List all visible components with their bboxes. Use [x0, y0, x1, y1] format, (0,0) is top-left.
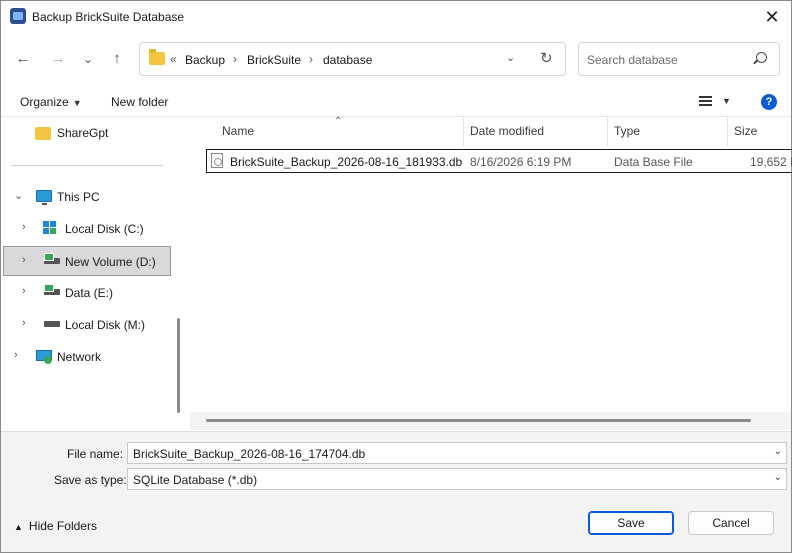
column-divider[interactable] — [607, 118, 608, 146]
drive-icon — [44, 253, 60, 264]
sidebar-item-label: Network — [57, 350, 102, 364]
file-name-label: File name: — [67, 447, 124, 461]
cancel-button[interactable]: Cancel — [688, 511, 774, 535]
sidebar-item-label: ShareGpt — [57, 126, 109, 140]
file-name-value: BrickSuite_Backup_2026-08-16_174704.db — [133, 447, 366, 461]
sidebar-item-label: New Volume (D:) — [65, 255, 156, 269]
refresh-icon[interactable]: ↻ — [540, 49, 553, 67]
navigation-bar: ← → ⌄ ↑ « Backup › BrickSuite › database… — [1, 39, 791, 79]
close-button[interactable]: ✕ — [759, 4, 785, 30]
column-header-name[interactable]: Name — [222, 124, 254, 138]
column-header-size[interactable]: Size — [734, 124, 757, 138]
save-button[interactable]: Save — [588, 511, 674, 535]
drive-icon — [44, 284, 60, 295]
save-as-type-select[interactable]: SQLite Database (*.db) ⌄ — [127, 468, 787, 490]
nav-scrollbar[interactable] — [177, 318, 180, 413]
column-divider[interactable] — [727, 118, 728, 146]
caret-down-icon: ▼ — [72, 98, 82, 108]
sort-ascending-icon: ⌃ — [334, 116, 343, 127]
organize-button[interactable]: Organize ▼ — [20, 95, 82, 109]
column-divider[interactable] — [463, 118, 464, 146]
chevron-up-icon: ▲ — [14, 522, 23, 532]
file-list-pane: ⌃ Name Date modified Type Size BrickSuit… — [190, 116, 792, 430]
sidebar-item-data-e[interactable]: › Data (E:) — [3, 278, 171, 308]
breadcrumb-database[interactable]: database — [323, 53, 372, 67]
sidebar-item-label: This PC — [57, 190, 100, 204]
chevron-down-icon[interactable]: ⌄ — [14, 189, 23, 202]
breadcrumb-separator[interactable]: › — [233, 52, 237, 66]
sidebar-item-new-volume-d[interactable]: › New Volume (D:) — [3, 246, 171, 276]
window-title: Backup BrickSuite Database — [32, 10, 185, 24]
view-options-icon[interactable] — [699, 96, 712, 106]
chevron-right-icon[interactable]: › — [22, 221, 26, 233]
breadcrumb-bricksuite[interactable]: BrickSuite — [247, 53, 301, 67]
network-icon — [36, 350, 52, 364]
chevron-right-icon[interactable]: › — [22, 285, 26, 297]
save-options-panel: File name: BrickSuite_Backup_2026-08-16_… — [1, 431, 791, 552]
up-button[interactable]: ↑ — [105, 47, 129, 71]
sidebar-item-label: Local Disk (M:) — [65, 318, 146, 332]
caret-down-icon[interactable]: ▼ — [722, 96, 731, 106]
chevron-right-icon[interactable]: › — [14, 349, 18, 361]
computer-icon — [36, 190, 52, 205]
save-as-type-label: Save as type: — [54, 473, 127, 487]
column-header-date-modified[interactable]: Date modified — [470, 124, 544, 138]
breadcrumb-backup[interactable]: Backup — [185, 53, 225, 67]
save-as-type-value: SQLite Database (*.db) — [133, 473, 258, 487]
sidebar-item-sharegpt[interactable]: ShareGpt — [3, 118, 171, 148]
chevron-down-icon[interactable]: ⌄ — [774, 472, 782, 483]
address-dropdown-chevron-icon[interactable]: ⌄ — [506, 51, 515, 64]
app-icon — [10, 8, 26, 24]
chevron-down-icon[interactable]: ⌄ — [774, 446, 782, 457]
horizontal-scrollbar[interactable] — [206, 419, 751, 422]
chevron-right-icon[interactable]: › — [22, 254, 26, 266]
recent-locations-button[interactable]: ⌄ — [76, 47, 100, 71]
file-name-field[interactable]: BrickSuite_Backup_2026-08-16_174704.db ⌄ — [127, 442, 787, 464]
file-name: BrickSuite_Backup_2026-08-16_181933.db — [230, 155, 463, 169]
forward-button[interactable]: → — [46, 47, 70, 71]
sidebar-item-label: Data (E:) — [65, 286, 114, 300]
search-input[interactable]: Search database — [587, 53, 678, 67]
command-bar: Organize ▼ New folder ▼ ? — [1, 87, 791, 117]
sidebar-item-local-disk-m[interactable]: › Local Disk (M:) — [3, 310, 171, 340]
windows-drive-icon — [43, 221, 57, 235]
file-size: 19,652 K — [750, 155, 792, 169]
search-icon[interactable] — [756, 52, 767, 63]
sidebar-item-network[interactable]: › Network — [3, 342, 171, 372]
breadcrumb-separator[interactable]: › — [309, 52, 313, 66]
address-bar[interactable]: « Backup › BrickSuite › database ⌄ ↻ — [139, 42, 566, 76]
column-header-type[interactable]: Type — [614, 124, 640, 138]
help-icon[interactable]: ? — [761, 94, 777, 110]
navigation-pane: ShareGpt ⌄ This PC › Local Disk (C:) › N… — [1, 118, 183, 430]
sidebar-item-local-disk-c[interactable]: › Local Disk (C:) — [3, 214, 171, 244]
folder-icon — [35, 127, 51, 140]
title-bar: Backup BrickSuite Database ✕ — [1, 1, 791, 33]
folder-icon — [149, 49, 165, 65]
back-button[interactable]: ← — [11, 47, 35, 71]
new-folder-button[interactable]: New folder — [111, 95, 168, 109]
organize-label: Organize — [20, 95, 69, 109]
file-row[interactable]: BrickSuite_Backup_2026-08-16_181933.db 8… — [206, 149, 792, 173]
drive-icon — [44, 321, 60, 327]
hide-folders-label: Hide Folders — [28, 519, 97, 533]
hide-folders-button[interactable]: ▲ Hide Folders — [14, 519, 97, 533]
chevron-right-icon[interactable]: › — [22, 317, 26, 329]
file-date: 8/16/2026 6:19 PM — [470, 155, 572, 169]
file-type: Data Base File — [614, 155, 693, 169]
overflow-chevron-icon[interactable]: « — [170, 52, 177, 66]
search-box[interactable]: Search database — [578, 42, 780, 76]
save-dialog-window: Backup BrickSuite Database ✕ ← → ⌄ ↑ « B… — [0, 0, 792, 553]
sidebar-item-label: Local Disk (C:) — [65, 222, 144, 236]
nav-divider — [11, 165, 163, 166]
file-icon — [211, 153, 223, 168]
sidebar-item-this-pc[interactable]: ⌄ This PC — [3, 182, 171, 212]
